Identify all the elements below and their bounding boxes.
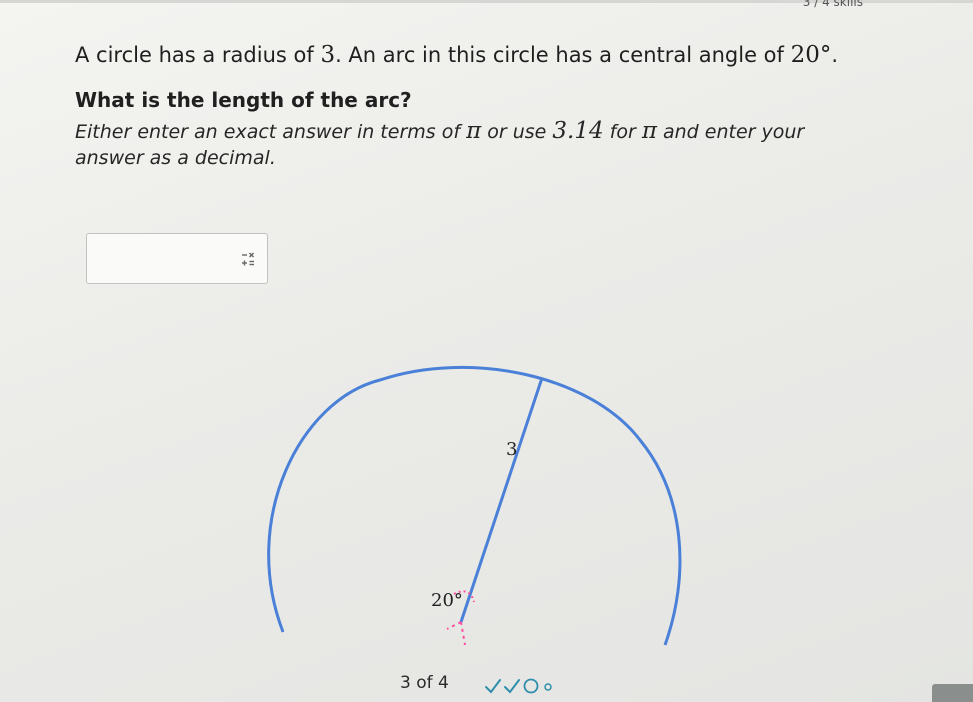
small-dot-icon <box>544 683 552 691</box>
instructions-part1: Either enter an exact answer in terms of <box>75 121 461 143</box>
problem-statement: A circle has a radius of 3. An arc in th… <box>75 40 895 70</box>
angle-marker-1 <box>446 621 462 630</box>
circle-diagram: 3 20° <box>267 365 682 646</box>
pi-symbol-2: π <box>641 118 657 144</box>
central-angle-value: 20° <box>790 42 832 68</box>
answer-instructions: Either enter an exact answer in terms of… <box>75 118 875 171</box>
checkmark-icon-2 <box>504 679 520 694</box>
question-progress: 3 of 4 <box>400 673 449 693</box>
problem-content: A circle has a radius of 3. An arc in th… <box>75 40 895 171</box>
angle-marker-2 <box>460 621 466 646</box>
skills-counter: 3 / 4 skills <box>802 0 863 9</box>
circle-arc <box>267 365 682 646</box>
instructions-part3: for <box>609 121 636 143</box>
angle-label: 20° <box>431 590 463 611</box>
instructions-part2: or use <box>487 121 547 143</box>
answer-input[interactable] <box>86 233 268 284</box>
question-prompt: What is the length of the arc? <box>75 88 412 112</box>
checkmark-icon-1 <box>485 679 501 694</box>
empty-circle-icon <box>523 678 539 694</box>
problem-end: . <box>831 43 839 67</box>
footer-bar: 3 of 4 <box>0 668 973 702</box>
progress-status-icons <box>485 678 552 694</box>
pi-symbol: π <box>466 118 482 144</box>
problem-intro: A circle has a radius of <box>75 43 314 67</box>
radius-line <box>459 377 544 623</box>
problem-middle: . An arc in this circle has a central an… <box>335 43 784 67</box>
radius-value: 3 <box>320 42 336 68</box>
next-button[interactable] <box>932 684 973 702</box>
math-keypad-icon[interactable] <box>239 250 257 268</box>
pi-approximation: 3.14 <box>552 118 604 144</box>
radius-label: 3 <box>506 439 517 460</box>
